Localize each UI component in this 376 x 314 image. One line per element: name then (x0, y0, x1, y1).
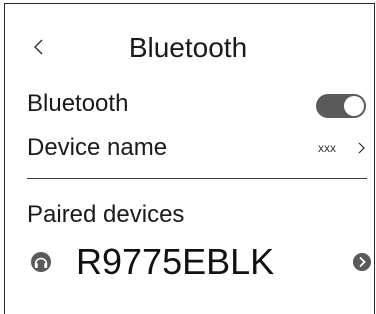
chevron-right-icon[interactable] (356, 140, 366, 156)
toggle-knob (344, 96, 364, 116)
device-name-value: xxx (318, 141, 336, 155)
device-name-label[interactable]: Device name (27, 134, 167, 162)
bluetooth-toggle[interactable] (316, 94, 366, 118)
headphones-icon (31, 252, 51, 272)
paired-devices-label: Paired devices (27, 201, 185, 228)
paired-device-row[interactable]: R9775EBLK (0, 240, 376, 284)
paired-device-name: R9775EBLK (76, 241, 275, 282)
bluetooth-label: Bluetooth (27, 90, 129, 117)
chevron-right-circle-icon[interactable] (352, 252, 372, 272)
divider (27, 178, 367, 179)
page-title: Bluetooth (128, 32, 248, 63)
